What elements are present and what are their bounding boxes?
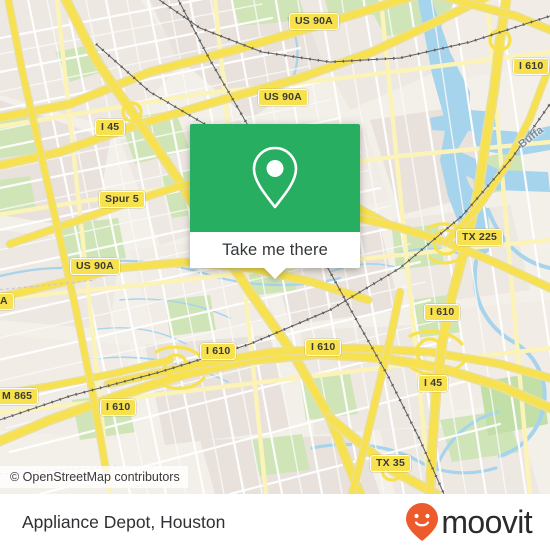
shield-us-90a-north: US 90A [289, 13, 339, 30]
shield-tx-35: TX 35 [370, 455, 412, 472]
moovit-map-screenshot: .land { fill:#f3efe9; } .blockA { fill:#… [0, 0, 550, 550]
moovit-brand[interactable]: moovit [405, 502, 533, 542]
shield-i-610-topright: I 610 [513, 58, 550, 75]
shield-tx-225: TX 225 [456, 229, 504, 246]
shield-i-610-east: I 610 [424, 304, 461, 321]
callout-action-bar[interactable]: Take me there [190, 232, 360, 268]
take-me-there-label: Take me there [222, 240, 328, 259]
shield-i-610-south: I 610 [100, 399, 137, 416]
shield-i-45-southeast: I 45 [418, 375, 449, 392]
shield-i-45-west: I 45 [95, 119, 126, 136]
osm-attribution-text: © OpenStreetMap contributors [10, 470, 180, 484]
shield-i-610-center: I 610 [305, 339, 342, 356]
shield-fm-865: M 865 [0, 388, 39, 405]
map-canvas[interactable]: .land { fill:#f3efe9; } .blockA { fill:#… [0, 0, 550, 494]
shield-us-90a-west: US 90A [70, 258, 120, 275]
place-title: Appliance Depot, Houston [22, 511, 226, 532]
moovit-wordmark: moovit [441, 504, 532, 540]
osm-attribution[interactable]: © OpenStreetMap contributors [0, 466, 188, 488]
moovit-pin-smile-icon [406, 503, 439, 541]
shield-a-edge: A [0, 293, 14, 310]
take-me-there-callout[interactable]: Take me there [190, 124, 360, 279]
callout-icon-panel [190, 124, 360, 232]
footer-bar: Appliance Depot, Houston moovit [0, 494, 550, 550]
shield-us-90a-upper: US 90A [258, 89, 308, 106]
callout-pointer-tail [264, 268, 286, 279]
shield-i-610-southwest: I 610 [200, 343, 237, 360]
map-pin-icon [252, 146, 298, 209]
shield-spur-5: Spur 5 [99, 191, 145, 208]
